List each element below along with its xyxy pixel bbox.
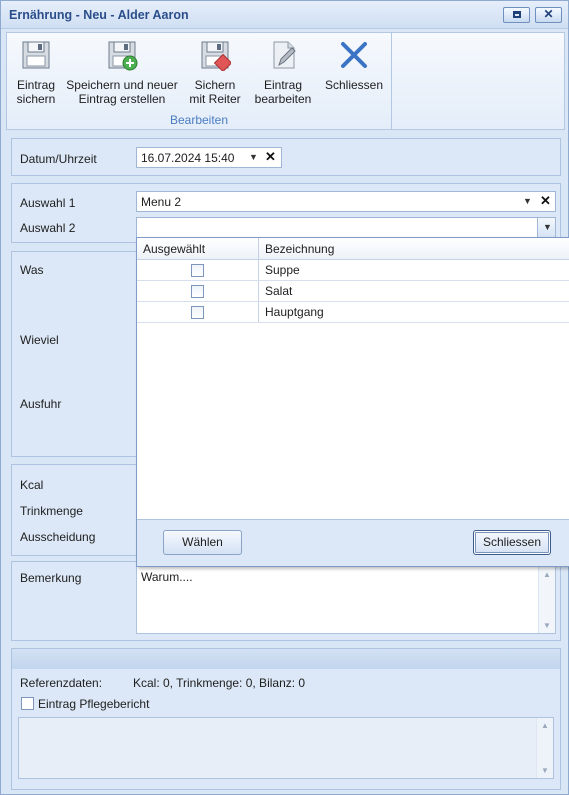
popup-footer: Wählen Schliessen bbox=[137, 519, 569, 566]
bemerkung-value: Warum.... bbox=[141, 570, 193, 584]
selection-popup: Ausgewählt Bezeichnung Suppe Salat Haupt… bbox=[136, 237, 569, 567]
close-x-icon bbox=[341, 42, 367, 68]
column-header-selected-label: Ausgewählt bbox=[143, 242, 206, 256]
floppy-disk-icon bbox=[22, 41, 50, 69]
save-with-tab-button[interactable]: Sichern mit Reiter bbox=[187, 35, 243, 109]
table-row[interactable]: Salat bbox=[137, 281, 569, 302]
title-bar: Ernährung - Neu - Alder Aaron ✕ bbox=[1, 1, 568, 29]
name-cell: Hauptgang bbox=[259, 302, 569, 322]
selection-panel: Auswahl 1 Menu 2 ▼ ✕ Auswahl 2 ▼ bbox=[11, 183, 561, 243]
floppy-disk-tag-icon bbox=[201, 41, 231, 71]
ribbon: Eintrag sichern Speichern und neuer Eint… bbox=[6, 32, 565, 130]
remark-panel: Bemerkung Warum.... ▲ ▼ bbox=[11, 561, 561, 641]
ribbon-group-label: Bearbeiten bbox=[169, 113, 229, 127]
datetime-value: 16.07.2024 15:40 bbox=[141, 151, 235, 165]
auswahl2-field[interactable]: ▼ bbox=[136, 217, 556, 238]
grid-header: Ausgewählt Bezeichnung bbox=[137, 238, 569, 260]
name-cell: Salat bbox=[259, 281, 569, 301]
maximize-button[interactable] bbox=[503, 7, 530, 23]
ausscheidung-label: Ausscheidung bbox=[20, 530, 96, 544]
auswahl1-value: Menu 2 bbox=[141, 195, 182, 209]
edit-document-icon bbox=[273, 41, 296, 69]
referenz-label: Referenzdaten: bbox=[20, 676, 103, 690]
save-with-tab-label: Sichern mit Reiter bbox=[189, 78, 241, 106]
row-name: Hauptgang bbox=[265, 305, 324, 319]
auswahl1-label: Auswahl 1 bbox=[20, 196, 76, 210]
save-entry-label: Eintrag sichern bbox=[16, 78, 56, 106]
save-and-new-label: Speichern und neuer Eintrag erstellen bbox=[66, 78, 178, 106]
maximize-icon bbox=[513, 11, 521, 18]
edit-entry-button[interactable]: Eintrag bearbeiten bbox=[253, 35, 313, 109]
kcal-label: Kcal bbox=[20, 478, 44, 492]
chevron-down-icon: ▼ bbox=[543, 222, 552, 232]
datetime-field[interactable]: 16.07.2024 15:40 ▼ ✕ bbox=[136, 147, 282, 168]
was-label: Was bbox=[20, 263, 44, 277]
chevron-down-icon[interactable]: ▼ bbox=[523, 196, 532, 206]
scrollbar[interactable]: ▲ ▼ bbox=[536, 718, 553, 778]
close-icon: ✕ bbox=[543, 7, 554, 21]
bemerkung-label: Bemerkung bbox=[20, 571, 82, 585]
column-header-selected[interactable]: Ausgewählt bbox=[137, 238, 259, 259]
ausfuhr-label: Ausfuhr bbox=[20, 397, 62, 411]
clear-icon[interactable]: ✕ bbox=[265, 149, 276, 165]
clear-icon[interactable]: ✕ bbox=[540, 193, 551, 209]
chevron-down-icon[interactable]: ▼ bbox=[249, 152, 258, 162]
scroll-down-icon[interactable]: ▼ bbox=[543, 621, 551, 630]
row-checkbox[interactable] bbox=[191, 306, 204, 319]
bemerkung-textarea[interactable]: Warum.... ▲ ▼ bbox=[136, 566, 556, 634]
row-name: Salat bbox=[265, 284, 293, 298]
floppy-disk-add-icon bbox=[108, 41, 138, 71]
pflegebericht-textarea[interactable]: ▲ ▼ bbox=[18, 717, 554, 779]
selected-cell bbox=[137, 260, 259, 280]
choose-button[interactable]: Wählen bbox=[163, 530, 242, 555]
auswahl2-label: Auswahl 2 bbox=[20, 221, 76, 235]
scroll-up-icon[interactable]: ▲ bbox=[541, 721, 549, 730]
save-entry-button[interactable]: Eintrag sichern bbox=[11, 35, 61, 109]
datetime-panel: Datum/Uhrzeit 16.07.2024 15:40 ▼ ✕ bbox=[11, 138, 561, 176]
table-row[interactable]: Suppe bbox=[137, 260, 569, 281]
edit-entry-label: Eintrag bearbeiten bbox=[254, 78, 312, 106]
scroll-up-icon[interactable]: ▲ bbox=[543, 570, 551, 579]
referenz-value: Kcal: 0, Trinkmenge: 0, Bilanz: 0 bbox=[133, 676, 306, 690]
column-header-name-label: Bezeichnung bbox=[265, 242, 335, 256]
row-name: Suppe bbox=[265, 263, 300, 277]
close-window-button[interactable]: ✕ bbox=[535, 7, 562, 23]
wieviel-label: Wieviel bbox=[20, 333, 59, 347]
pflegebericht-checkbox[interactable] bbox=[21, 697, 34, 710]
scrollbar[interactable]: ▲ ▼ bbox=[538, 567, 555, 633]
trinkmenge-label: Trinkmenge bbox=[20, 504, 83, 518]
row-checkbox[interactable] bbox=[191, 285, 204, 298]
scroll-down-icon[interactable]: ▼ bbox=[541, 766, 549, 775]
save-and-new-button[interactable]: Speichern und neuer Eintrag erstellen bbox=[65, 35, 179, 109]
name-cell: Suppe bbox=[259, 260, 569, 280]
row-checkbox[interactable] bbox=[191, 264, 204, 277]
close-ribbon-button[interactable]: Schliessen bbox=[323, 35, 385, 109]
popup-close-button[interactable]: Schliessen bbox=[473, 530, 551, 555]
auswahl1-field[interactable]: Menu 2 ▼ ✕ bbox=[136, 191, 556, 212]
selected-cell bbox=[137, 281, 259, 301]
datetime-label: Datum/Uhrzeit bbox=[20, 152, 97, 166]
selected-cell bbox=[137, 302, 259, 322]
reference-header bbox=[12, 649, 560, 669]
table-row[interactable]: Hauptgang bbox=[137, 302, 569, 323]
window: Ernährung - Neu - Alder Aaron ✕ Eintrag … bbox=[0, 0, 569, 795]
column-header-name[interactable]: Bezeichnung bbox=[259, 238, 569, 259]
reference-panel: Referenzdaten: Kcal: 0, Trinkmenge: 0, B… bbox=[11, 648, 561, 790]
window-title: Ernährung - Neu - Alder Aaron bbox=[9, 8, 189, 22]
close-ribbon-label: Schliessen bbox=[324, 78, 384, 92]
ribbon-separator bbox=[391, 33, 392, 129]
pflegebericht-label: Eintrag Pflegebericht bbox=[38, 697, 150, 711]
auswahl2-dropdown-button[interactable]: ▼ bbox=[537, 218, 555, 237]
